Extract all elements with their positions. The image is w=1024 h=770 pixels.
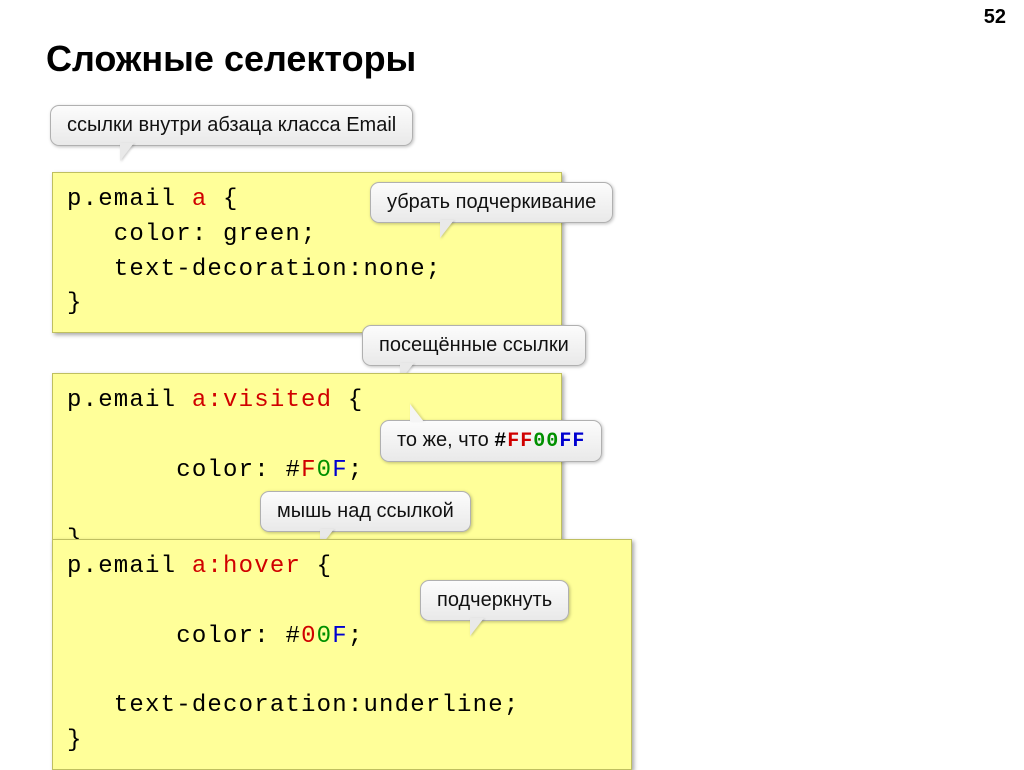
- callout-same-as-tail: [410, 404, 424, 422]
- callout-underline-tail: [470, 618, 484, 636]
- code3-l2bb: F: [332, 623, 348, 650]
- callout-underline: подчеркнуть: [420, 580, 569, 621]
- page-number: 52: [984, 6, 1006, 29]
- callout-remove-underline-tail: [440, 220, 454, 238]
- callout-same-as-r: FF: [507, 430, 533, 453]
- code2-l2c: ;: [348, 457, 364, 484]
- code2-l2bb: F: [332, 457, 348, 484]
- code1-l3: text-decoration:none;: [67, 253, 547, 288]
- code1-l1c: {: [207, 186, 238, 213]
- callout-same-as-hash: #: [494, 430, 507, 453]
- code1-l1b: a: [192, 186, 208, 213]
- callout-same-as: то же, что #FF00FF: [380, 420, 602, 462]
- code2-l1c: {: [332, 387, 363, 414]
- callout-top: ссылки внутри абзаца класса Email: [50, 105, 413, 146]
- code3-l2a: color:: [129, 623, 285, 650]
- code2-l2b: #: [285, 457, 301, 484]
- callout-mouse-over: мышь над ссылкой: [260, 491, 471, 532]
- code2-l2g: 0: [317, 457, 333, 484]
- callout-same-as-prefix: то же, что: [397, 429, 494, 451]
- code3-l2c: ;: [348, 623, 364, 650]
- callout-visited: посещённые ссылки: [362, 325, 586, 366]
- code1-l2: color: green;: [67, 218, 547, 253]
- code3-l3: text-decoration:underline;: [67, 689, 617, 724]
- code2-l2a: color:: [129, 457, 285, 484]
- code3-l2r: 0: [301, 623, 317, 650]
- code1-l4: }: [67, 287, 547, 322]
- code2-l2r: F: [301, 457, 317, 484]
- code3-l1a: p.email: [67, 553, 192, 580]
- callout-same-as-b: FF: [559, 430, 585, 453]
- code-block-3: p.email a:hover { color: #00F; text-deco…: [52, 539, 632, 770]
- callout-top-tail: [120, 143, 134, 161]
- code3-l4: }: [67, 724, 617, 759]
- code2-l1a: p.email: [67, 387, 192, 414]
- code3-l2g: 0: [317, 623, 333, 650]
- code3-l1b: a:hover: [192, 553, 301, 580]
- code2-l1b: a:visited: [192, 387, 332, 414]
- callout-remove-underline: убрать подчеркивание: [370, 182, 613, 223]
- code1-l1a: p.email: [67, 186, 192, 213]
- code3-l2b: #: [285, 623, 301, 650]
- slide-title: Сложные селекторы: [46, 38, 416, 80]
- callout-same-as-g: 00: [533, 430, 559, 453]
- code3-l1c: {: [301, 553, 332, 580]
